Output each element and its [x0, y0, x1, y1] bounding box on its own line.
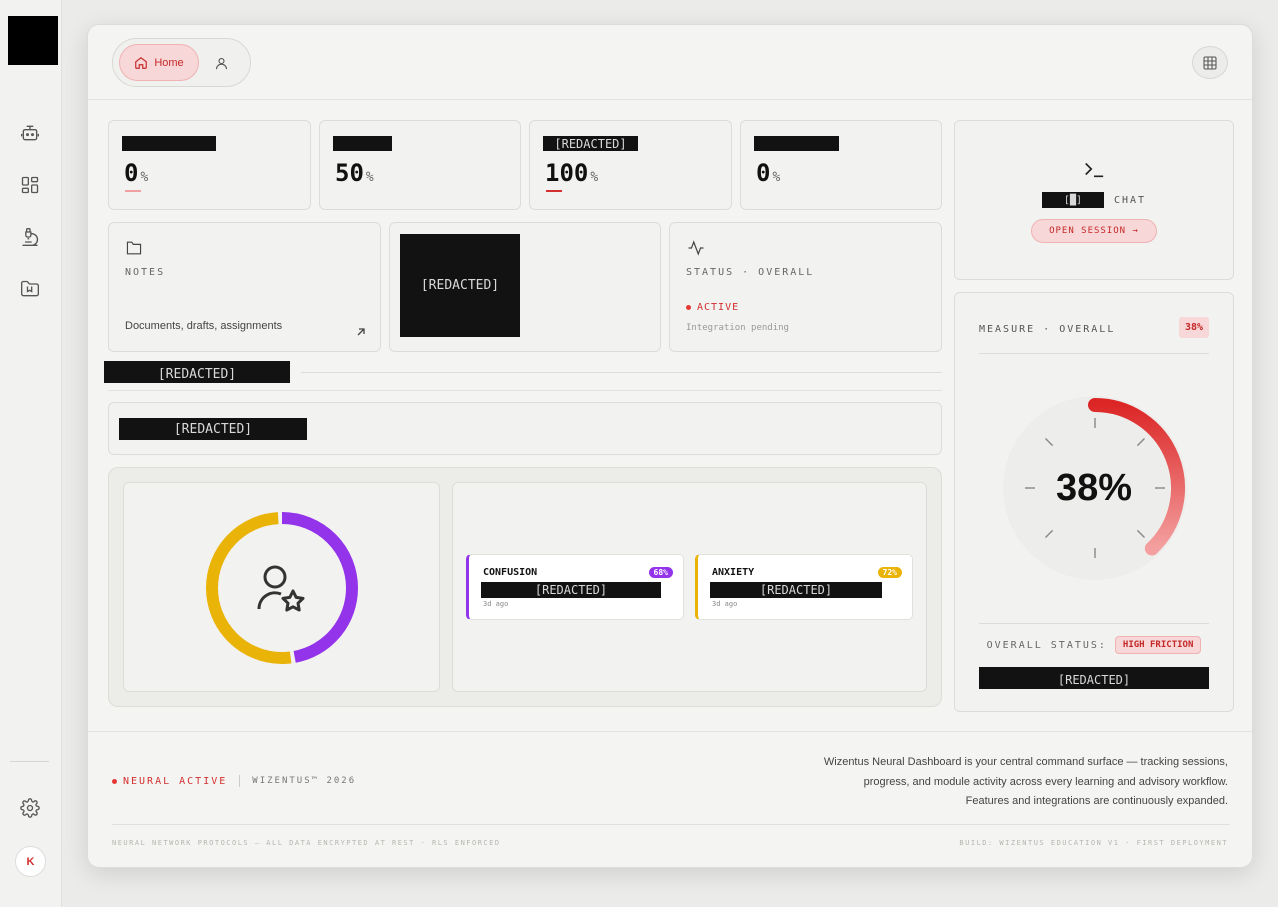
stat-label [754, 136, 839, 151]
footer-separator [239, 775, 241, 787]
notes-description: Documents, drafts, assignments [125, 320, 283, 332]
stat-card-2[interactable]: 50% [319, 120, 521, 210]
section-divider [108, 390, 942, 391]
open-session-button[interactable]: OPEN SESSION → [1031, 219, 1157, 243]
stat-progress-bar [125, 190, 141, 192]
overall-status-badge: HIGH FRICTION [1114, 636, 1202, 654]
dashboard-icon[interactable] [18, 173, 42, 197]
section-title: [REDACTED] [104, 361, 290, 383]
microscope-icon[interactable] [18, 225, 42, 249]
tab-group: Home [112, 38, 251, 87]
tab-home[interactable]: Home [119, 44, 199, 81]
module-score-badge: 72% [877, 567, 902, 578]
sidebar-divider [10, 761, 49, 762]
grid-button[interactable] [1192, 46, 1228, 79]
neural-status: NEURAL ACTIVE [123, 775, 228, 787]
footer-brand: WIZENTUS™ 2026 [252, 776, 357, 786]
measure-value: 38% [1055, 467, 1133, 509]
avatar[interactable]: K [15, 846, 46, 877]
measure-card: MEASURE · OVERALL 38% 38% OVERALL STATUS… [954, 292, 1234, 712]
overall-status-label: OVERALL STATUS: [986, 639, 1107, 651]
insights-panel: CONFUSION 68% [REDACTED] 3d ago ANXIETY … [108, 467, 942, 707]
stat-card-3[interactable]: [REDACTED] 100% [529, 120, 732, 210]
chat-prefix: [█] [1041, 192, 1104, 208]
grid-icon [1203, 55, 1217, 70]
footer-description-line: progress, and module activity across eve… [863, 775, 1228, 788]
activity-icon [688, 240, 704, 256]
neural-dot [112, 778, 117, 784]
footer-description: Wizentus Neural Dashboard is your centra… [824, 753, 1228, 812]
chat-card[interactable]: [█] CHAT OPEN SESSION → [954, 120, 1234, 280]
home-icon [135, 56, 148, 69]
top-bar: Home [88, 25, 1252, 100]
measure-badge: 38% [1178, 317, 1209, 338]
stat-value: 50% [335, 159, 374, 187]
status-detail: Integration pending [686, 323, 789, 333]
module-time: 3d ago [483, 600, 509, 608]
modules-card: CONFUSION 68% [REDACTED] 3d ago ANXIETY … [452, 482, 927, 692]
footer-security: NEURAL NETWORK PROTOCOLS — ALL DATA ENCR… [112, 839, 501, 847]
measure-divider-2 [979, 623, 1209, 624]
measure-divider [979, 353, 1209, 354]
chat-label: CHAT [1113, 194, 1147, 206]
terminal-icon [1085, 162, 1104, 178]
module-card-confusion[interactable]: CONFUSION 68% [REDACTED] 3d ago [466, 554, 684, 620]
media-card[interactable]: [REDACTED] [389, 222, 661, 352]
module-title: ANXIETY [712, 567, 755, 578]
footer-description-line: Features and integrations are continuous… [965, 795, 1228, 807]
stat-label: [REDACTED] [543, 136, 638, 151]
user-star-icon [257, 565, 305, 612]
logo[interactable] [8, 16, 58, 65]
main-panel: Home 0% 50% [REDACTED] 100% 0% NOTES Doc… [87, 24, 1253, 868]
footer: NEURAL ACTIVE WIZENTUS™ 2026 Wizentus Ne… [88, 731, 1252, 867]
tab-home-label: Home [154, 56, 184, 69]
chat-title: [█] CHAT [955, 192, 1233, 208]
stat-label [122, 136, 216, 151]
sidebar: K [0, 0, 62, 907]
measure-label: MEASURE · OVERALL [979, 324, 1116, 335]
tab-profile[interactable] [209, 51, 233, 75]
notes-card[interactable]: NOTES Documents, drafts, assignments [108, 222, 381, 352]
footer-description-line: Wizentus Neural Dashboard is your centra… [823, 756, 1228, 768]
status-state: ACTIVE [697, 302, 740, 313]
module-time: 3d ago [712, 600, 738, 608]
notes-label: NOTES [125, 267, 166, 278]
section-rule [301, 372, 942, 373]
status-indicator: ACTIVE [686, 302, 739, 313]
footer-divider [112, 824, 1230, 825]
module-score-badge: 68% [648, 567, 673, 578]
module-text: [REDACTED] [710, 582, 882, 598]
section-banner: [REDACTED] [108, 402, 942, 455]
footer-status: NEURAL ACTIVE WIZENTUS™ 2026 [112, 775, 356, 787]
status-card: STATUS · OVERALL ACTIVE Integration pend… [669, 222, 942, 352]
overall-status: OVERALL STATUS: HIGH FRICTION [955, 636, 1233, 654]
bot-icon[interactable] [18, 121, 42, 145]
stat-value: 100% [545, 159, 599, 187]
stat-label [333, 136, 392, 151]
module-text: [REDACTED] [481, 582, 661, 598]
stat-value: 0% [124, 159, 149, 187]
user-icon [215, 57, 227, 69]
stat-card-4[interactable]: 0% [740, 120, 942, 210]
arrow-up-right-icon [357, 328, 365, 336]
donut-card [123, 482, 440, 692]
status-label: STATUS · OVERALL [686, 267, 815, 278]
status-dot [686, 305, 691, 310]
module-title: CONFUSION [483, 567, 538, 578]
media-placeholder: [REDACTED] [400, 234, 520, 337]
stat-value: 0% [756, 159, 781, 187]
measure-footer: [REDACTED] [979, 667, 1209, 689]
gear-icon[interactable] [18, 796, 42, 820]
module-card-anxiety[interactable]: ANXIETY 72% [REDACTED] 3d ago [695, 554, 913, 620]
banner-text: [REDACTED] [119, 418, 307, 440]
folder-icon [126, 241, 142, 255]
folder-bookmark-icon[interactable] [18, 277, 42, 301]
footer-build: BUILD: WIZENTUS EDUCATION V1 · FIRST DEP… [959, 839, 1228, 847]
stat-progress-bar [546, 190, 562, 192]
stat-card-1[interactable]: 0% [108, 120, 311, 210]
